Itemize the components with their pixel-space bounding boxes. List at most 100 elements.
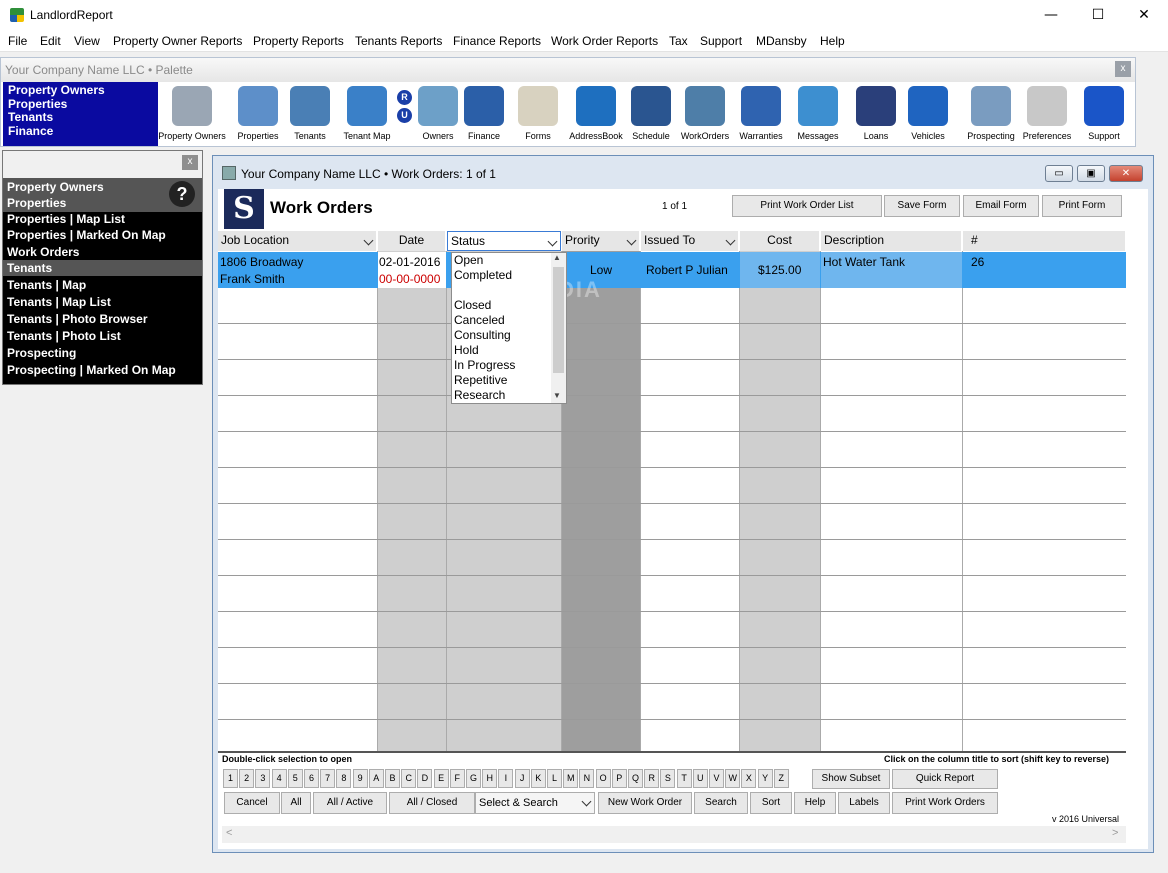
filter-key-2[interactable]: 2 bbox=[239, 769, 255, 788]
header-issued-to[interactable]: Issued To bbox=[641, 231, 739, 251]
filter-key-y[interactable]: Y bbox=[757, 769, 773, 788]
sidenav-item-prospecting[interactable]: Prospecting bbox=[7, 346, 76, 360]
tool-workorders[interactable]: WorkOrders bbox=[681, 84, 729, 144]
menu-work-order-reports[interactable]: Work Order Reports bbox=[551, 34, 658, 48]
menu-view[interactable]: View bbox=[74, 34, 100, 48]
filter-key-z[interactable]: Z bbox=[773, 769, 789, 788]
labels-button[interactable]: Labels bbox=[838, 792, 890, 814]
description-value[interactable]: Hot Water Tank bbox=[823, 255, 905, 269]
status-option-completed[interactable]: Completed bbox=[454, 268, 512, 282]
status-option-canceled[interactable]: Canceled bbox=[454, 313, 505, 327]
header-priority[interactable]: Prority bbox=[562, 231, 640, 251]
palette-nav-tenants[interactable]: Tenants bbox=[8, 111, 153, 125]
filter-key-m[interactable]: M bbox=[563, 769, 579, 788]
filter-key-b[interactable]: B bbox=[385, 769, 400, 788]
scroll-left-icon[interactable]: < bbox=[226, 827, 232, 839]
u-badge-icon[interactable]: U bbox=[397, 108, 412, 123]
menu-file[interactable]: File bbox=[8, 34, 27, 48]
tool-messages[interactable]: Messages bbox=[797, 84, 839, 144]
date-secondary[interactable]: 00-00-0000 bbox=[379, 272, 440, 286]
menu-help[interactable]: Help bbox=[820, 34, 845, 48]
help-icon[interactable]: ? bbox=[169, 181, 195, 207]
email-form-button[interactable]: Email Form bbox=[963, 195, 1039, 217]
filter-key-4[interactable]: 4 bbox=[271, 769, 287, 788]
menu-property-owner-reports[interactable]: Property Owner Reports bbox=[113, 34, 242, 48]
sidenav-item-tenants-photo-browser[interactable]: Tenants | Photo Browser bbox=[7, 312, 147, 326]
filter-key-n[interactable]: N bbox=[579, 769, 595, 788]
select-search-dropdown[interactable]: Select & Search bbox=[475, 792, 595, 814]
print-work-orders-button[interactable]: Print Work Orders bbox=[892, 792, 998, 814]
filter-key-i[interactable]: I bbox=[498, 769, 514, 788]
quick-report-button[interactable]: Quick Report bbox=[892, 769, 998, 789]
filter-key-o[interactable]: O bbox=[595, 769, 611, 788]
chevron-down-icon[interactable] bbox=[547, 236, 558, 247]
tool-prospecting[interactable]: Prospecting bbox=[967, 84, 1015, 144]
number-value[interactable]: 26 bbox=[971, 255, 984, 269]
tool-tenant-map[interactable]: Tenant Map bbox=[343, 84, 391, 144]
filter-key-c[interactable]: C bbox=[401, 769, 417, 788]
tool-preferences[interactable]: Preferences bbox=[1023, 84, 1071, 144]
filter-key-h[interactable]: H bbox=[482, 769, 498, 788]
palette-close-button[interactable]: x bbox=[1115, 61, 1131, 77]
dropdown-scroll-thumb[interactable] bbox=[553, 267, 564, 373]
menu-finance-reports[interactable]: Finance Reports bbox=[453, 34, 541, 48]
filter-key-1[interactable]: 1 bbox=[223, 769, 238, 788]
issued-to-value[interactable]: Robert P Julian bbox=[646, 263, 728, 277]
header-number[interactable]: # bbox=[963, 231, 1126, 251]
tool-forms[interactable]: Forms bbox=[518, 84, 558, 144]
filter-key-k[interactable]: K bbox=[530, 769, 546, 788]
tool-vehicles[interactable]: Vehicles bbox=[908, 84, 948, 144]
filter-key-t[interactable]: T bbox=[676, 769, 692, 788]
print-form-button[interactable]: Print Form bbox=[1042, 195, 1122, 217]
sidenav-item-properties[interactable]: Properties bbox=[7, 196, 66, 210]
header-status[interactable]: Status bbox=[447, 231, 561, 251]
chevron-down-icon[interactable] bbox=[581, 796, 592, 807]
minimize-button[interactable]: — bbox=[1028, 0, 1074, 30]
scroll-up-icon[interactable]: ▲ bbox=[553, 253, 561, 262]
show-subset-button[interactable]: Show Subset bbox=[812, 769, 890, 789]
horizontal-scrollbar[interactable]: < > bbox=[222, 826, 1126, 843]
sidenav-item-work-orders[interactable]: Work Orders bbox=[7, 245, 79, 259]
palette-nav-finance[interactable]: Finance bbox=[8, 124, 153, 139]
status-option-repetitive[interactable]: Repetitive bbox=[454, 373, 507, 387]
status-option-in-progress[interactable]: In Progress bbox=[454, 358, 515, 372]
sidenav-item-property-owners[interactable]: Property Owners bbox=[7, 180, 104, 194]
maximize-button[interactable]: ☐ bbox=[1075, 0, 1121, 30]
filter-key-p[interactable]: P bbox=[611, 769, 627, 788]
child-restore-button[interactable]: ▣ bbox=[1077, 165, 1105, 182]
filter-key-u[interactable]: U bbox=[692, 769, 708, 788]
filter-key-5[interactable]: 5 bbox=[287, 769, 303, 788]
menu-edit[interactable]: Edit bbox=[40, 34, 61, 48]
sidenav-item-tenants-photo-list[interactable]: Tenants | Photo List bbox=[7, 329, 121, 343]
filter-key-w[interactable]: W bbox=[725, 769, 741, 788]
palette-nav-property-owners[interactable]: Property Owners bbox=[8, 83, 153, 98]
r-badge-icon[interactable]: R bbox=[397, 90, 412, 105]
menu-mdansby[interactable]: MDansby bbox=[756, 34, 807, 48]
filter-key-7[interactable]: 7 bbox=[320, 769, 336, 788]
all-closed-button[interactable]: All / Closed bbox=[389, 792, 475, 814]
date-value[interactable]: 02-01-2016 bbox=[379, 255, 440, 269]
chevron-down-icon[interactable] bbox=[626, 235, 637, 246]
filter-key-q[interactable]: Q bbox=[628, 769, 643, 788]
print-work-order-list-button[interactable]: Print Work Order List bbox=[732, 195, 882, 217]
new-work-order-button[interactable]: New Work Order bbox=[598, 792, 692, 814]
chevron-down-icon[interactable] bbox=[363, 235, 374, 246]
sidenav-item-tenants[interactable]: Tenants bbox=[7, 261, 52, 275]
tool-tenants[interactable]: Tenants bbox=[290, 84, 330, 144]
status-option-open[interactable]: Open bbox=[454, 253, 483, 267]
sidenav-item-properties-map-list[interactable]: Properties | Map List bbox=[7, 212, 125, 226]
filter-key-j[interactable]: J bbox=[514, 769, 530, 788]
filter-key-v[interactable]: V bbox=[709, 769, 724, 788]
filter-key-l[interactable]: L bbox=[547, 769, 562, 788]
header-job-location[interactable]: Job Location bbox=[218, 231, 377, 251]
cancel-button[interactable]: Cancel bbox=[224, 792, 280, 814]
scroll-right-icon[interactable]: > bbox=[1112, 827, 1118, 839]
priority-value[interactable]: Low bbox=[590, 263, 612, 277]
sidenav-item-prospecting-marked-on-map[interactable]: Prospecting | Marked On Map bbox=[7, 363, 176, 377]
status-option-research[interactable]: Research bbox=[454, 388, 505, 402]
status-option-closed[interactable]: Closed bbox=[454, 298, 491, 312]
tool-warranties[interactable]: Warranties bbox=[739, 84, 783, 144]
chevron-down-icon[interactable] bbox=[725, 235, 736, 246]
sort-button[interactable]: Sort bbox=[750, 792, 792, 814]
all-button[interactable]: All bbox=[281, 792, 311, 814]
